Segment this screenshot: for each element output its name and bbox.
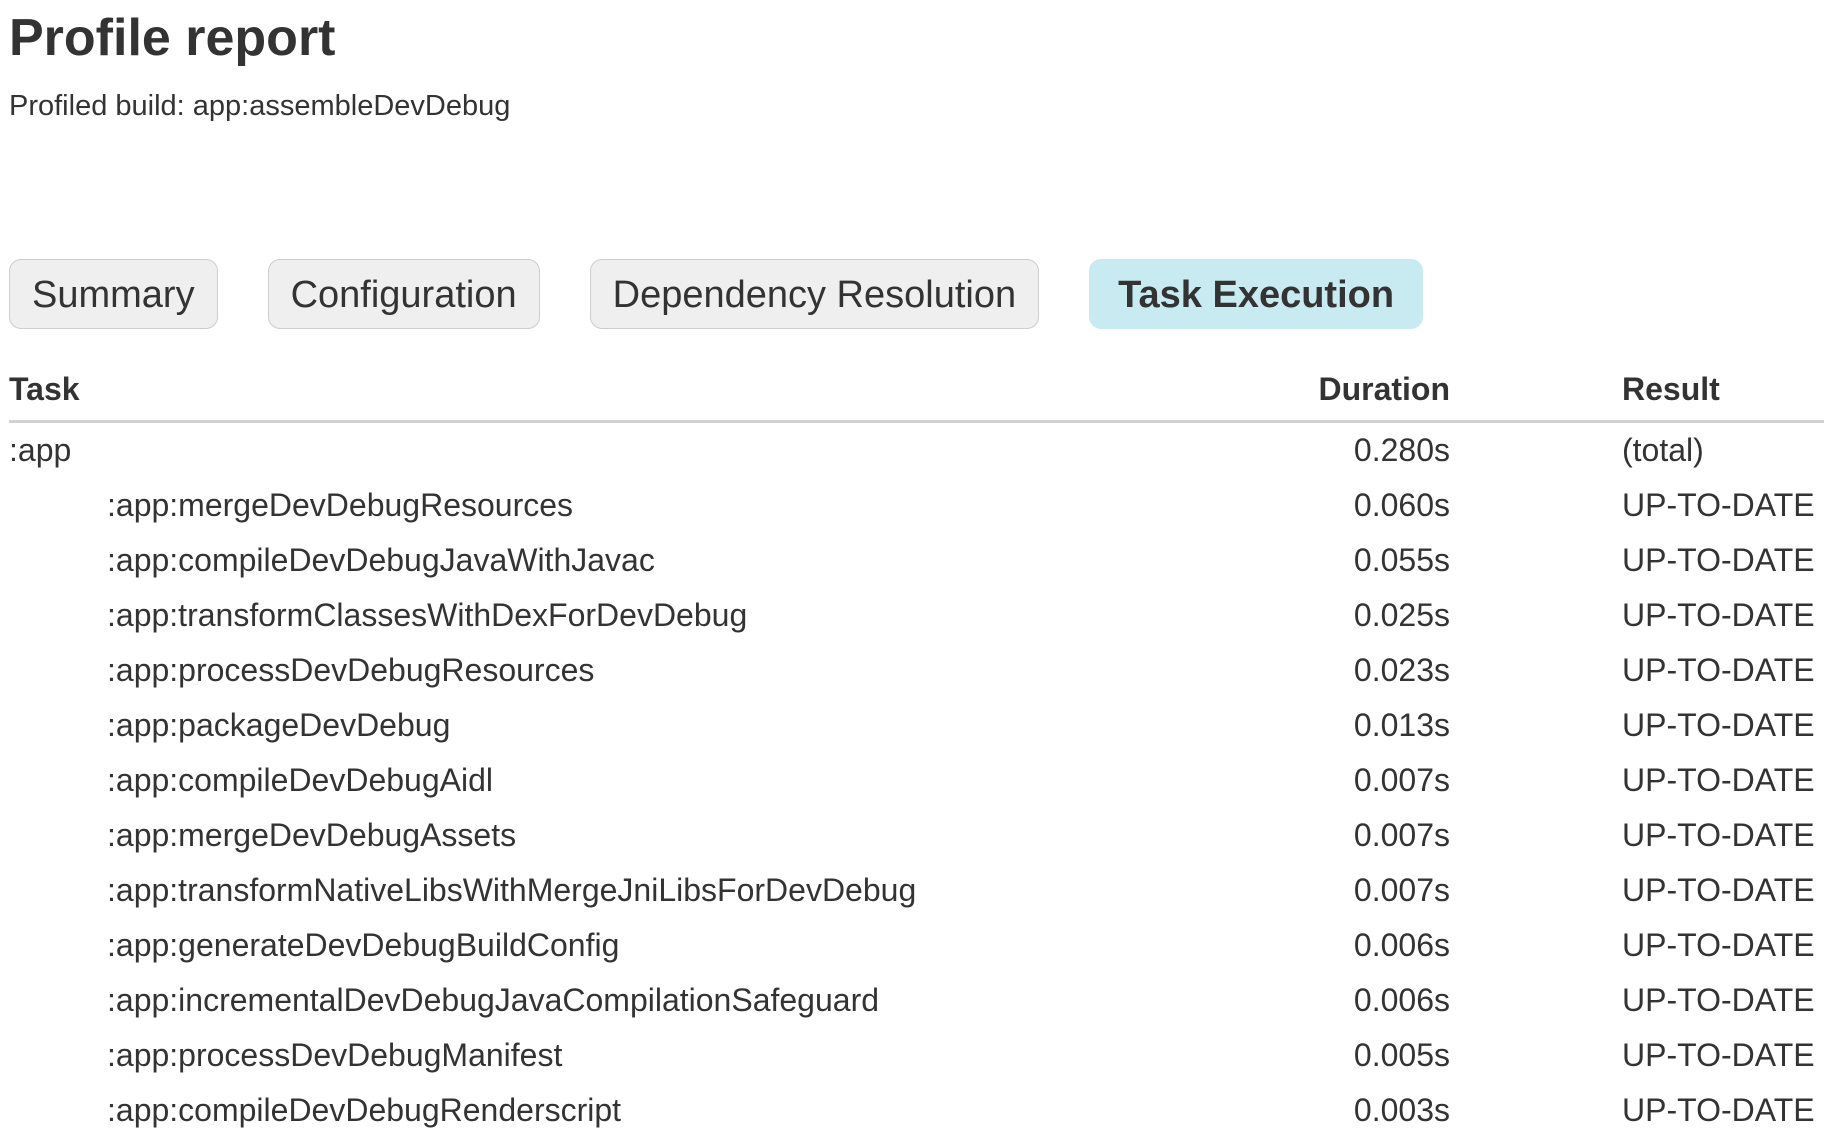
task-table: Task Duration Result :app0.280s(total):a…	[9, 371, 1824, 1138]
page-title: Profile report	[9, 8, 1824, 68]
task-cell: :app:compileDevDebugAidl	[9, 753, 1210, 808]
duration-cell: 0.007s	[1210, 808, 1450, 863]
result-cell: UP-TO-DATE	[1450, 588, 1824, 643]
task-cell: :app:compileDevDebugJavaWithJavac	[9, 533, 1210, 588]
duration-cell: 0.025s	[1210, 588, 1450, 643]
tab-configuration[interactable]: Configuration	[268, 259, 540, 329]
result-cell: UP-TO-DATE	[1450, 1028, 1824, 1083]
table-row: :app:incrementalDevDebugJavaCompilationS…	[9, 973, 1824, 1028]
duration-cell: 0.060s	[1210, 478, 1450, 533]
tab-task-execution[interactable]: Task Execution	[1089, 259, 1423, 329]
task-cell: :app:transformClassesWithDexForDevDebug	[9, 588, 1210, 643]
task-cell: :app:mergeDevDebugAssets	[9, 808, 1210, 863]
result-cell: UP-TO-DATE	[1450, 863, 1824, 918]
task-cell: :app:incrementalDevDebugJavaCompilationS…	[9, 973, 1210, 1028]
column-header-task: Task	[9, 371, 1210, 422]
task-cell: :app:compileDevDebugRenderscript	[9, 1083, 1210, 1138]
duration-cell: 0.003s	[1210, 1083, 1450, 1138]
result-cell: UP-TO-DATE	[1450, 533, 1824, 588]
result-cell: UP-TO-DATE	[1450, 643, 1824, 698]
task-cell: :app:generateDevDebugBuildConfig	[9, 918, 1210, 973]
result-cell: UP-TO-DATE	[1450, 698, 1824, 753]
tab-bar: Summary Configuration Dependency Resolutio…	[9, 259, 1824, 329]
table-row: :app:mergeDevDebugAssets0.007sUP-TO-DATE	[9, 808, 1824, 863]
result-cell: UP-TO-DATE	[1450, 753, 1824, 808]
task-cell: :app:mergeDevDebugResources	[9, 478, 1210, 533]
duration-cell: 0.013s	[1210, 698, 1450, 753]
task-cell: :app	[9, 422, 1210, 479]
table-row: :app:transformClassesWithDexForDevDebug0…	[9, 588, 1824, 643]
column-header-duration: Duration	[1210, 371, 1450, 422]
table-row: :app:processDevDebugManifest0.005sUP-TO-…	[9, 1028, 1824, 1083]
duration-cell: 0.006s	[1210, 918, 1450, 973]
duration-cell: 0.007s	[1210, 753, 1450, 808]
duration-cell: 0.023s	[1210, 643, 1450, 698]
table-row: :app0.280s(total)	[9, 422, 1824, 479]
task-cell: :app:processDevDebugResources	[9, 643, 1210, 698]
profiled-build-label: Profiled build: app:assembleDevDebug	[9, 90, 1824, 123]
table-row: :app:mergeDevDebugResources0.060sUP-TO-D…	[9, 478, 1824, 533]
task-cell: :app:packageDevDebug	[9, 698, 1210, 753]
task-cell: :app:transformNativeLibsWithMergeJniLibs…	[9, 863, 1210, 918]
task-cell: :app:processDevDebugManifest	[9, 1028, 1210, 1083]
table-row: :app:compileDevDebugRenderscript0.003sUP…	[9, 1083, 1824, 1138]
result-cell: UP-TO-DATE	[1450, 808, 1824, 863]
tab-dependency-resolution[interactable]: Dependency Resolution	[590, 259, 1040, 329]
table-row: :app:compileDevDebugJavaWithJavac0.055sU…	[9, 533, 1824, 588]
table-row: :app:generateDevDebugBuildConfig0.006sUP…	[9, 918, 1824, 973]
table-header-row: Task Duration Result	[9, 371, 1824, 422]
tab-summary[interactable]: Summary	[9, 259, 218, 329]
duration-cell: 0.005s	[1210, 1028, 1450, 1083]
result-cell: (total)	[1450, 422, 1824, 479]
table-row: :app:processDevDebugResources0.023sUP-TO…	[9, 643, 1824, 698]
profile-report-page: Profile report Profiled build: app:assem…	[0, 0, 1836, 1138]
duration-cell: 0.280s	[1210, 422, 1450, 479]
result-cell: UP-TO-DATE	[1450, 973, 1824, 1028]
table-row: :app:packageDevDebug0.013sUP-TO-DATE	[9, 698, 1824, 753]
table-row: :app:transformNativeLibsWithMergeJniLibs…	[9, 863, 1824, 918]
duration-cell: 0.055s	[1210, 533, 1450, 588]
column-header-result: Result	[1450, 371, 1824, 422]
result-cell: UP-TO-DATE	[1450, 1083, 1824, 1138]
result-cell: UP-TO-DATE	[1450, 478, 1824, 533]
duration-cell: 0.007s	[1210, 863, 1450, 918]
table-row: :app:compileDevDebugAidl0.007sUP-TO-DATE	[9, 753, 1824, 808]
result-cell: UP-TO-DATE	[1450, 918, 1824, 973]
duration-cell: 0.006s	[1210, 973, 1450, 1028]
